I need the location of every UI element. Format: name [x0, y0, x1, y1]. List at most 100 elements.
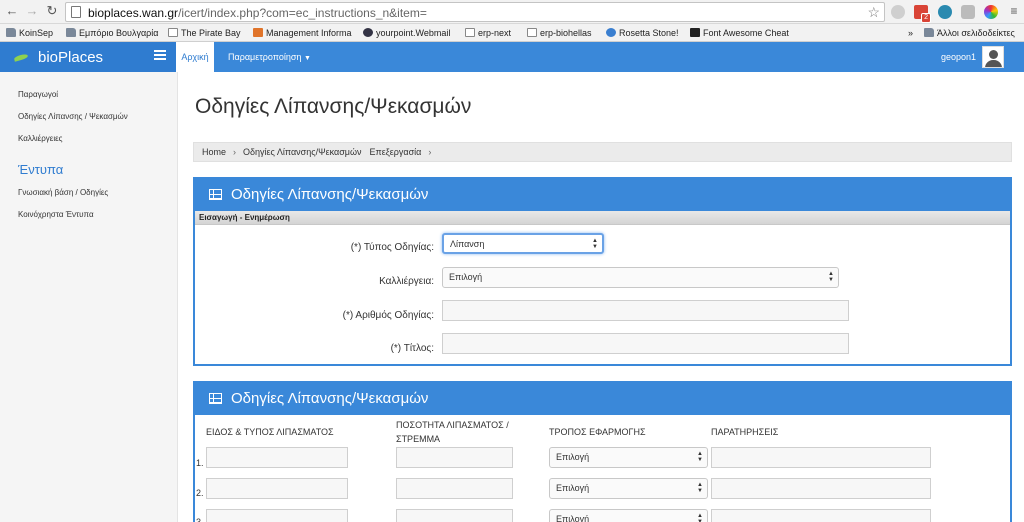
- sidebar-item-instructions[interactable]: Οδηγίες Λίπανσης / Ψεκασμών: [18, 112, 128, 121]
- crop-select[interactable]: Επιλογή ▲ ▼: [442, 267, 839, 288]
- select-arrows-icon: ▲ ▼: [697, 482, 703, 494]
- bookmark-item[interactable]: KoinSep: [6, 26, 53, 40]
- table-icon: [209, 189, 222, 200]
- back-arrow-icon[interactable]: ←: [4, 3, 20, 19]
- col-header-qty: ΠΟΣΟΤΗΤΑ ΛΙΠΑΣΜΑΤΟΣ / ΣΤΡΕΜΜΑ: [396, 420, 509, 444]
- pocket-icon[interactable]: [961, 5, 975, 19]
- fertilizer-type-input[interactable]: [206, 478, 348, 499]
- sidebar-item-producers[interactable]: Παραγωγοί: [18, 90, 58, 99]
- breadcrumb-edit: Επεξεργασία: [369, 147, 422, 157]
- bookmarks-overflow[interactable]: »: [908, 26, 913, 40]
- globe-icon: [363, 28, 373, 37]
- url-text: bioplaces.wan.gr/icert/index.php?com=ec_…: [88, 6, 427, 20]
- folder-icon: [924, 28, 934, 37]
- table-icon: [209, 393, 222, 404]
- forward-arrow-icon[interactable]: →: [24, 3, 40, 19]
- title-label: (*) Τίτλος:: [390, 343, 434, 354]
- color-wheel-icon[interactable]: [984, 5, 998, 19]
- fertilizer-rows-panel: Οδηγίες Λίπανσης/Ψεκασμών ΕΙΔΟΣ & ΤΥΠΟΣ …: [193, 381, 1012, 522]
- bookmark-item[interactable]: Font Awesome Cheat: [690, 26, 790, 40]
- page-title: Οδηγίες Λίπανσης/Ψεκασμών: [195, 95, 472, 118]
- quantity-input[interactable]: [396, 509, 513, 522]
- instruction-number-input[interactable]: [442, 300, 849, 321]
- brand-name: bioPlaces: [38, 49, 104, 66]
- bookmark-item[interactable]: Management Informa: [253, 26, 352, 40]
- leaf-logo-icon: [13, 53, 29, 62]
- col-header-notes: ΠΑΡΑΤΗΡΗΣΕΙΣ: [711, 427, 779, 437]
- method-select[interactable]: Επιλογή ▲ ▼: [549, 478, 708, 499]
- flag-icon: [690, 28, 700, 37]
- folder-icon: [6, 28, 16, 37]
- bookmark-item[interactable]: The Pirate Bay: [168, 26, 241, 40]
- fertilizer-type-input[interactable]: [206, 447, 348, 468]
- breadcrumb: Home › Οδηγίες Λίπανσης/Ψεκασμών Επεξεργασί…: [193, 142, 1012, 162]
- sidebar-item-crops[interactable]: Καλλιέργειες: [18, 134, 63, 143]
- breadcrumb-separator: ›: [428, 147, 432, 157]
- page-icon: [465, 28, 475, 37]
- notes-input[interactable]: [711, 509, 931, 522]
- reload-icon[interactable]: ↻: [44, 3, 60, 19]
- method-select[interactable]: Επιλογή ▲ ▼: [549, 509, 708, 522]
- extension-spiral-icon[interactable]: [938, 5, 952, 19]
- browser-toolbar: ← → ↻ bioplaces.wan.gr/icert/index.php?c…: [0, 0, 1024, 24]
- sidebar: Παραγωγοί Οδηγίες Λίπανσης / Ψεκασμών Κα…: [0, 72, 178, 522]
- select-arrows-icon: ▲ ▼: [592, 238, 598, 250]
- panel-subheader: Εισαγωγή - Ενημέρωση: [195, 211, 1010, 225]
- sidebar-item-shared-forms[interactable]: Κοινόχρηστα Έντυπα: [18, 210, 94, 219]
- quantity-input[interactable]: [396, 478, 513, 499]
- folder-icon: [66, 28, 76, 37]
- method-select[interactable]: Επιλογή ▲ ▼: [549, 447, 708, 468]
- bookmark-item[interactable]: yourpoint.Webmail: [363, 26, 450, 40]
- other-bookmarks[interactable]: Άλλοι σελιδοδείκτες: [924, 26, 1015, 40]
- title-input[interactable]: [442, 333, 849, 354]
- page-icon: [168, 28, 178, 37]
- bookmark-item[interactable]: erp-next: [465, 26, 511, 40]
- caret-down-icon: ▼: [303, 55, 311, 62]
- instruction-form-panel: Οδηγίες Λίπανσης/Ψεκασμών Εισαγωγή - Ενη…: [193, 177, 1012, 366]
- page-icon: [527, 28, 537, 37]
- row-number: 3.: [196, 517, 204, 522]
- quantity-input[interactable]: [396, 447, 513, 468]
- avatar[interactable]: [982, 46, 1004, 68]
- bookmark-item[interactable]: erp-biohellas: [527, 26, 592, 40]
- fertilizer-type-input[interactable]: [206, 509, 348, 522]
- bookmarks-bar: KoinSep Εμπόριο Βουλγαρία The Pirate Bay…: [0, 24, 1024, 42]
- crop-label: Καλλιέργεια:: [379, 276, 434, 287]
- nav-params-dropdown[interactable]: Παραμετροποίηση ▼: [228, 42, 311, 72]
- brand[interactable]: bioPlaces: [0, 42, 176, 72]
- sidebar-item-knowledge-base[interactable]: Γνωσιακή βάση / Οδηγίες: [18, 188, 108, 197]
- page-icon: [71, 6, 81, 18]
- panel-title: Οδηγίες Λίπανσης/Ψεκασμών: [231, 186, 429, 203]
- breadcrumb-separator: ›: [233, 147, 237, 157]
- address-bar[interactable]: bioplaces.wan.gr/icert/index.php?com=ec_…: [65, 2, 885, 22]
- instruction-number-label: (*) Αριθμός Οδηγίας:: [342, 310, 434, 321]
- notes-input[interactable]: [711, 478, 931, 499]
- extension-gray-icon[interactable]: [891, 5, 905, 19]
- row-number: 1.: [196, 458, 204, 468]
- col-header-type: ΕΙΔΟΣ & ΤΥΠΟΣ ΛΙΠΑΣΜΑΤΟΣ: [206, 427, 334, 437]
- col-header-method: ΤΡΟΠΟΣ ΕΦΑΡΜΟΓΗΣ: [549, 427, 646, 437]
- apple-icon: [253, 28, 263, 37]
- notes-input[interactable]: [711, 447, 931, 468]
- nav-home[interactable]: Αρχική: [176, 42, 214, 72]
- bookmark-star-icon[interactable]: ☆: [867, 4, 880, 21]
- bookmark-item[interactable]: Εμπόριο Βουλγαρία: [66, 26, 158, 40]
- select-arrows-icon: ▲ ▼: [828, 271, 834, 283]
- bookmark-item[interactable]: Rosetta Stone!: [606, 26, 679, 40]
- panel-header: Οδηγίες Λίπανσης/Ψεκασμών: [195, 383, 1010, 415]
- instruction-type-label: (*) Τύπος Οδηγίας:: [350, 242, 434, 253]
- gmail-icon[interactable]: 2: [914, 5, 931, 23]
- menu-icon[interactable]: ≡: [1006, 3, 1022, 19]
- panel-title: Οδηγίες Λίπανσης/Ψεκασμών: [231, 390, 429, 407]
- app-navbar: bioPlaces Αρχική Παραμετροποίηση ▼ geopo…: [0, 42, 1024, 72]
- select-arrows-icon: ▲ ▼: [697, 451, 703, 463]
- select-arrows-icon: ▲ ▼: [697, 513, 703, 522]
- user-name[interactable]: geopon1: [941, 42, 976, 72]
- hamburger-icon[interactable]: [154, 50, 166, 62]
- panel-header: Οδηγίες Λίπανσης/Ψεκασμών: [195, 179, 1010, 211]
- breadcrumb-home[interactable]: Home: [202, 147, 226, 157]
- breadcrumb-instructions[interactable]: Οδηγίες Λίπανσης/Ψεκασμών: [243, 147, 361, 157]
- rosetta-icon: [606, 28, 616, 37]
- instruction-type-select[interactable]: Λίπανση ▲ ▼: [442, 233, 604, 254]
- row-number: 2.: [196, 488, 204, 498]
